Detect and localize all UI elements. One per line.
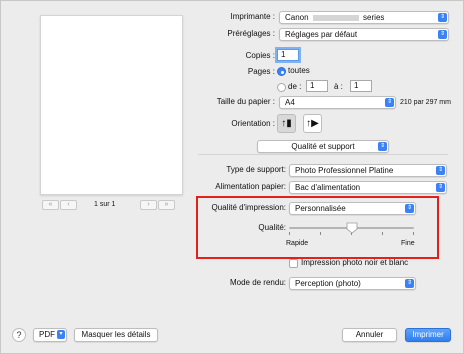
chevron-updown-icon: ⇕ <box>436 166 445 175</box>
redacted-model <box>312 14 359 21</box>
chevron-updown-icon: ⇕ <box>436 183 445 192</box>
paper-size-label: Taille du papier : <box>216 97 275 106</box>
paper-dimensions: 210 par 297 mm <box>400 99 451 106</box>
render-mode-value: Perception (photo) <box>295 279 361 288</box>
chevron-updown-icon: ⇕ <box>378 142 387 151</box>
copies-input[interactable]: 1 <box>277 49 299 61</box>
first-page-button[interactable]: « <box>42 200 59 210</box>
chevron-updown-icon: ⇕ <box>405 279 414 288</box>
media-type-value: Photo Professionnel Platine <box>295 166 394 175</box>
chevron-updown-icon: ⇕ <box>385 98 394 107</box>
pages-from-input[interactable]: 1 <box>306 80 328 92</box>
next-page-button[interactable]: › <box>140 200 157 210</box>
page-indicator: 1 sur 1 <box>94 201 116 208</box>
pages-range-radio[interactable] <box>277 83 286 92</box>
printer-name-prefix: Canon <box>285 13 309 22</box>
panel-menu-select[interactable]: Qualité et support ⇕ <box>257 140 389 153</box>
media-type-select[interactable]: Photo Professionnel Platine ⇕ <box>289 164 447 177</box>
landscape-icon: ↑▶ <box>306 118 319 129</box>
paper-size-select[interactable]: A4 ⇕ <box>279 96 396 109</box>
help-icon: ? <box>16 330 22 340</box>
slider-max-label: Fine <box>401 240 415 247</box>
portrait-icon: ↑▮ <box>281 118 292 129</box>
presets-value: Réglages par défaut <box>285 30 358 39</box>
printer-select[interactable]: Canon series ⇕ <box>279 11 449 24</box>
quality-slider-label: Qualité: <box>258 223 286 232</box>
panel-menu-value: Qualité et support <box>291 142 355 151</box>
pages-to-input[interactable]: 1 <box>350 80 372 92</box>
pages-label: Pages : <box>247 67 275 76</box>
panel-divider <box>198 154 448 155</box>
render-mode-select[interactable]: Perception (photo) ⇕ <box>289 277 416 290</box>
slider-tick <box>320 232 321 235</box>
chevron-down-icon: ▾ <box>57 330 65 339</box>
chevron-updown-icon: ⇕ <box>438 13 447 22</box>
paper-source-label: Alimentation papier: <box>215 182 286 191</box>
copies-label: Copies : <box>245 51 275 60</box>
landscape-orientation-button[interactable]: ↑▶ <box>303 114 322 133</box>
pdf-menu-button[interactable]: PDF ▾ <box>33 328 67 342</box>
bw-photo-label: Impression photo noir et blanc <box>301 258 409 267</box>
previous-page-button[interactable]: ‹ <box>60 200 77 210</box>
quality-slider-knob[interactable] <box>346 222 358 234</box>
slider-tick <box>382 232 383 235</box>
pages-to-label: à : <box>334 82 343 91</box>
paper-source-select[interactable]: Bac d'alimentation ⇕ <box>289 181 447 194</box>
print-button[interactable]: Imprimer <box>405 328 451 342</box>
printer-name-suffix: series <box>363 13 385 22</box>
print-quality-value: Personnalisée <box>295 204 346 213</box>
pages-all-radio[interactable] <box>277 67 286 76</box>
portrait-orientation-button[interactable]: ↑▮ <box>277 114 296 133</box>
hide-details-button[interactable]: Masquer les détails <box>74 328 158 342</box>
last-page-button[interactable]: » <box>158 200 175 210</box>
bw-photo-checkbox[interactable] <box>289 259 298 268</box>
render-mode-label: Mode de rendu: <box>229 278 286 287</box>
slider-tick <box>413 232 414 235</box>
paper-source-value: Bac d'alimentation <box>295 183 361 192</box>
print-quality-select[interactable]: Personnalisée ⇕ <box>289 202 416 215</box>
media-type-label: Type de support: <box>226 165 286 174</box>
slider-min-label: Rapide <box>286 240 309 247</box>
print-quality-label: Qualité d'impression: <box>211 203 286 212</box>
pages-from-label: de : <box>288 82 302 91</box>
pdf-label: PDF <box>39 330 55 339</box>
presets-label: Préréglages : <box>227 29 275 38</box>
cancel-button[interactable]: Annuler <box>342 328 397 342</box>
slider-tick <box>289 232 290 235</box>
chevron-updown-icon: ⇕ <box>405 204 414 213</box>
chevron-updown-icon: ⇕ <box>438 30 447 39</box>
printer-label: Imprimante : <box>230 12 275 21</box>
help-button[interactable]: ? <box>12 328 26 342</box>
orientation-label: Orientation : <box>231 119 275 128</box>
pages-all-label: toutes <box>288 66 310 75</box>
paper-size-value: A4 <box>285 98 295 107</box>
page-preview <box>40 15 183 195</box>
presets-select[interactable]: Réglages par défaut ⇕ <box>279 28 449 41</box>
